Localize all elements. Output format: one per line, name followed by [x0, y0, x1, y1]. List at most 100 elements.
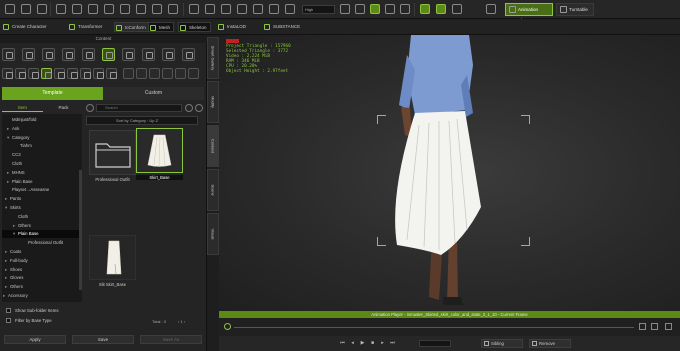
prop-icon[interactable] — [142, 48, 155, 61]
3d-viewport[interactable]: Project Triangle : 157960 Selected Trian… — [219, 35, 680, 311]
sun-icon[interactable] — [400, 4, 410, 14]
tree-item[interactable]: ▾ Category — [2, 134, 29, 142]
open-icon[interactable] — [5, 4, 15, 14]
tree-item[interactable]: ▸ Plain Base — [2, 178, 33, 186]
figure-icon[interactable] — [452, 4, 462, 14]
back-icon[interactable] — [86, 104, 94, 112]
save-icon[interactable] — [21, 4, 31, 14]
snap-icon[interactable] — [152, 4, 162, 14]
save-button[interactable]: Save — [72, 335, 134, 344]
tree-item[interactable]: Cloth — [2, 213, 28, 221]
transformer-button[interactable]: Transformer — [68, 22, 102, 32]
skeleton-button[interactable]: Skeleton — [178, 22, 211, 32]
folder-tree[interactable]: Mdmjust/fold ▸ Ank ▾ Category Tiahm CC3 Cloth ▸ M… — [2, 114, 82, 302]
refresh-icon[interactable] — [195, 104, 203, 112]
tree-item[interactable]: ▸ Others — [2, 222, 31, 230]
underwear-icon[interactable] — [106, 68, 117, 79]
subtab-pack[interactable]: Pack — [43, 103, 84, 112]
substance-button[interactable]: SUBSTANCE — [263, 22, 300, 32]
tree-item[interactable]: ▸ Others — [2, 283, 23, 291]
grid-item-slit-skirt-base[interactable]: Slit Skirt_Base — [89, 235, 136, 290]
apply-button[interactable]: Apply — [4, 335, 66, 344]
tree-item[interactable]: ▸ Full-body — [2, 257, 28, 265]
camera-icon[interactable] — [56, 4, 66, 14]
pick-icon[interactable] — [136, 4, 146, 14]
pants-icon[interactable] — [15, 68, 26, 79]
mesh-button[interactable]: Mesh — [148, 22, 175, 32]
turntable-button[interactable]: Turntable — [556, 3, 594, 16]
tree-item[interactable]: Mdmjust/fold — [2, 116, 36, 124]
grid-icon[interactable] — [168, 4, 178, 14]
tree-item[interactable]: Cloth — [2, 160, 22, 168]
rotate-icon[interactable] — [88, 4, 98, 14]
hat-icon[interactable] — [67, 68, 78, 79]
character-icon[interactable] — [22, 48, 35, 61]
hair-icon[interactable] — [82, 48, 95, 61]
tree-item[interactable]: CC3 — [2, 151, 21, 159]
textured-icon[interactable] — [370, 4, 380, 14]
skirt-icon[interactable] — [41, 68, 52, 79]
side-tab-smart-gallery[interactable]: Smart Gallery — [207, 37, 219, 79]
tree-item[interactable]: ▸ Pants — [2, 195, 21, 203]
light-icon[interactable] — [385, 4, 395, 14]
grid-item-professional-outfit[interactable]: Professional Outfit — [89, 130, 136, 185]
shaded-icon[interactable] — [355, 4, 365, 14]
scene-icon[interactable] — [182, 48, 195, 61]
wireframe-icon[interactable] — [340, 4, 350, 14]
image-icon[interactable] — [162, 48, 175, 61]
animation-player-button[interactable]: Animation Player — [505, 3, 553, 23]
quality-dropdown[interactable]: High — [302, 5, 335, 14]
side-tab-modify[interactable]: Modify — [207, 81, 219, 123]
tops-icon[interactable] — [2, 68, 13, 79]
undo-icon[interactable] — [189, 4, 199, 14]
settings-icon[interactable] — [665, 323, 672, 330]
loop-icon[interactable] — [639, 323, 646, 330]
export-icon[interactable] — [37, 4, 47, 14]
head-icon[interactable] — [42, 48, 55, 61]
tab-custom[interactable]: Custom — [103, 87, 204, 100]
tree-item[interactable]: ▸ Coats — [2, 248, 21, 256]
tree-item[interactable]: Professional Outfit — [2, 239, 63, 247]
tree-item[interactable]: ▾ Plain Base — [2, 230, 82, 239]
tree-item[interactable]: ▸ Accessory — [2, 292, 28, 300]
filter-base-type-checkbox[interactable]: Filter by Base Type — [6, 317, 52, 324]
prev-frame-icon[interactable]: ◂ — [349, 340, 356, 347]
socks-icon[interactable] — [93, 68, 104, 79]
instalod-button[interactable]: InstaLOD — [217, 22, 246, 32]
tree-item[interactable]: ▸ MHNS — [2, 169, 25, 177]
tree-item[interactable]: ▾ Skirts — [2, 204, 21, 212]
timeline-marker-icon[interactable] — [224, 323, 231, 330]
side-tab-scene[interactable]: Scene — [207, 169, 219, 211]
tree-item[interactable]: Tiahm — [2, 142, 32, 150]
pagination[interactable]: ‹ 1 › — [178, 319, 185, 324]
play-icon[interactable]: ▶ — [359, 340, 366, 347]
coat-icon[interactable] — [80, 68, 91, 79]
next-frame-icon[interactable]: ▸ — [379, 340, 386, 347]
side-tab-content[interactable]: Content — [207, 125, 219, 167]
create-character-button[interactable]: Create Character — [2, 22, 47, 32]
shoes-icon[interactable] — [28, 68, 39, 79]
sibling-button[interactable]: Sibling — [481, 339, 523, 348]
scale-icon[interactable] — [104, 4, 114, 14]
side-tab-visual[interactable]: Visual — [207, 213, 219, 255]
grid-item-skirt-base[interactable]: Skirt_Base — [136, 128, 183, 183]
orbit-icon[interactable] — [253, 4, 263, 14]
tree-item[interactable]: ▸ Ank — [2, 125, 19, 133]
body-icon[interactable] — [62, 48, 75, 61]
timeline-track[interactable] — [234, 327, 634, 328]
last-frame-icon[interactable]: ⏭ — [389, 340, 396, 347]
iconform-button[interactable]: IcConform — [114, 22, 150, 32]
frame-input[interactable] — [419, 340, 451, 347]
sort-dropdown[interactable]: Sort by Category : Up Z — [86, 116, 198, 125]
tree-scrollbar[interactable] — [79, 170, 82, 290]
tree-item[interactable]: ▸ Shoes — [2, 266, 22, 274]
stop-icon[interactable]: ■ — [369, 340, 376, 347]
tree-item[interactable]: Playset→Asseasne — [2, 186, 49, 194]
cloth-icon[interactable] — [102, 48, 115, 61]
joint-icon[interactable] — [436, 4, 446, 14]
timeline[interactable] — [219, 318, 680, 336]
gloves-icon[interactable] — [54, 68, 65, 79]
tab-template[interactable]: Template — [2, 87, 103, 100]
pan-icon[interactable] — [221, 4, 231, 14]
remove-button[interactable]: Remove — [529, 339, 571, 348]
